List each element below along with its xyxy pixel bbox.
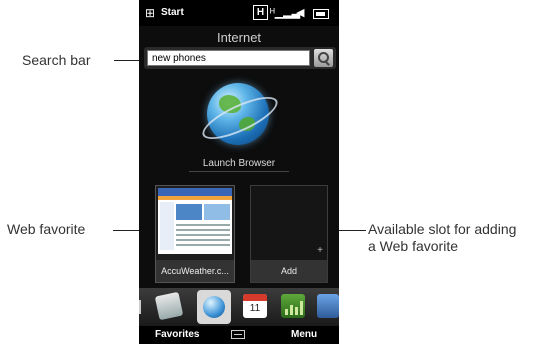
start-label[interactable]: Start: [161, 7, 184, 18]
search-input[interactable]: new phones: [147, 50, 310, 66]
status-bar: ⊞ Start H ᴴ▁▂▃ ◀︎: [139, 0, 339, 26]
screen-title: Internet: [216, 30, 262, 45]
photos-icon[interactable]: [317, 294, 339, 318]
search-button[interactable]: [314, 49, 333, 67]
phone-screen: ⊞ Start H ᴴ▁▂▃ ◀︎ Internet new phones La…: [139, 0, 339, 344]
menu-softkey[interactable]: Menu: [291, 329, 317, 340]
battery-icon: [313, 9, 329, 19]
stocks-icon[interactable]: [281, 294, 305, 318]
globe-icon[interactable]: [197, 83, 283, 148]
launch-browser-label[interactable]: Launch Browser: [139, 158, 339, 169]
tab-bar: 11: [139, 288, 339, 326]
plus-icon: +: [317, 245, 323, 256]
calendar-day: 11: [249, 303, 261, 314]
callout-search-bar: Search bar: [22, 52, 91, 68]
search-bar: new phones: [144, 47, 336, 69]
divider: [189, 171, 289, 172]
tab-internet[interactable]: [197, 290, 231, 324]
globe-icon: [203, 296, 225, 318]
web-favorite-label: AccuWeather.c...: [156, 260, 234, 282]
softkey-bar: Favorites Menu: [139, 326, 339, 344]
windows-logo-icon[interactable]: ⊞: [145, 6, 155, 20]
web-favorite-thumbnail: [158, 188, 232, 254]
callout-web-favorite: Web favorite: [7, 221, 86, 237]
network-type-badge: H: [253, 5, 268, 20]
mail-icon[interactable]: [154, 291, 184, 321]
calendar-icon[interactable]: 11: [243, 294, 267, 318]
favorites-softkey[interactable]: Favorites: [155, 329, 199, 340]
add-favorite-slot[interactable]: + Add: [250, 185, 328, 283]
speaker-icon: ◀︎: [296, 7, 305, 19]
keyboard-icon[interactable]: [231, 330, 245, 339]
web-favorite-tile[interactable]: AccuWeather.c...: [155, 185, 235, 283]
callout-available-slot-line1: Available slot for adding: [368, 221, 517, 237]
callout-available-slot-line2: a Web favorite: [368, 238, 459, 254]
add-label: Add: [251, 260, 327, 282]
